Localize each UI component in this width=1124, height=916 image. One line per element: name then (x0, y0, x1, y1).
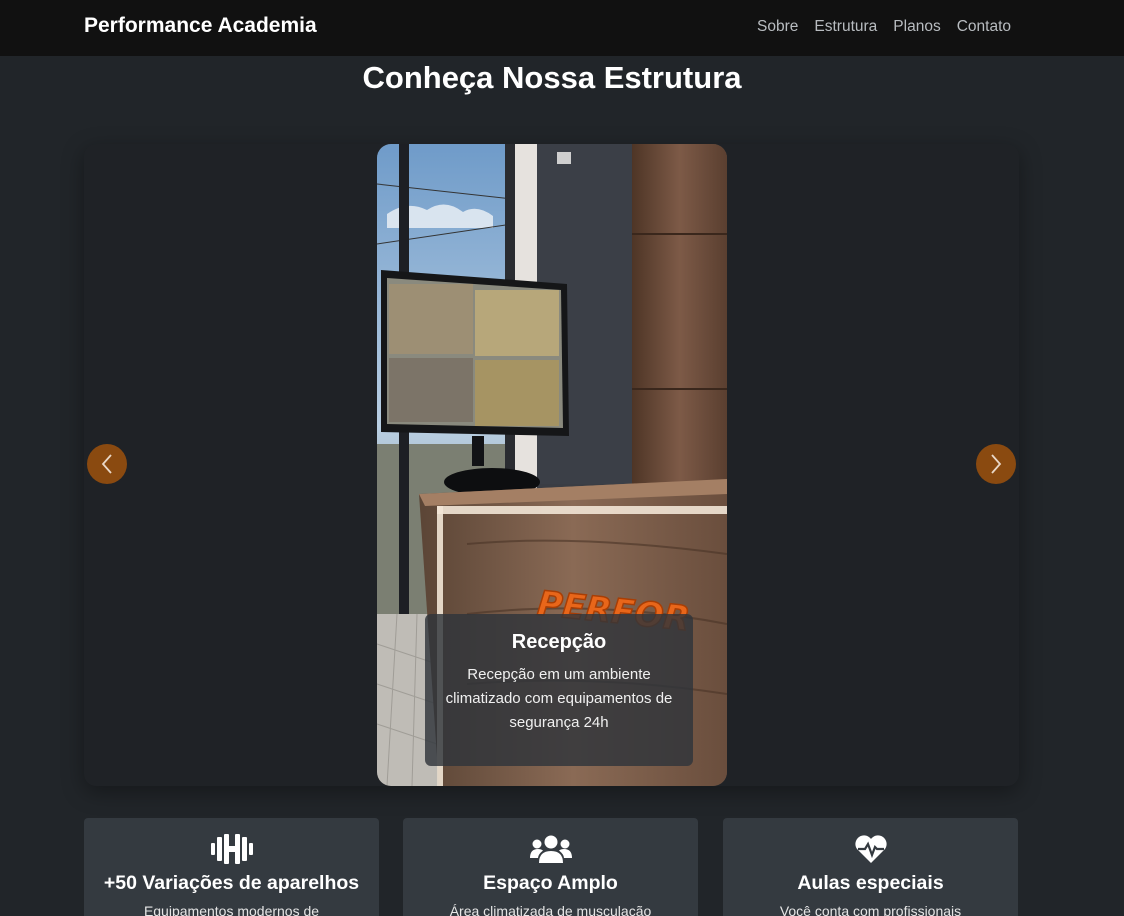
carousel-next-button[interactable] (976, 444, 1016, 484)
users-icon (529, 835, 572, 863)
feature-card-space: Espaço Amplo Área climatizada de muscula… (403, 818, 698, 916)
carousel-prev-button[interactable] (87, 444, 127, 484)
heartbeat-icon (854, 835, 887, 863)
feature-title: +50 Variações de aparelhos (103, 872, 360, 894)
slide-title: Recepção (511, 631, 607, 653)
nav-links: Sobre Estrutura Planos Contato (757, 18, 1011, 36)
feature-card-equipment: +50 Variações de aparelhos Equipamentos … (84, 818, 379, 916)
structure-carousel: PERFOR Recepção Recepção em um ambiente … (84, 144, 1019, 786)
feature-text: Área climatizada de musculação (449, 903, 652, 916)
feature-text: Equipamentos modernos de (143, 903, 320, 916)
slide-caption: Recepção Recepção em um ambiente climati… (425, 614, 693, 766)
feature-text: Você conta com profissionais (779, 903, 962, 916)
section-title: Conheça Nossa Estrutura (362, 60, 742, 95)
feature-title: Aulas especiais (797, 872, 944, 894)
feature-title: Espaço Amplo (483, 872, 618, 894)
chevron-left-icon (101, 454, 112, 474)
slide-description: Recepção em um ambiente climatizado com … (445, 666, 673, 731)
brand-logo-text[interactable]: Performance Academia (84, 14, 317, 38)
feature-card-classes: Aulas especiais Você conta com profissio… (723, 818, 1018, 916)
dumbbell-icon (210, 834, 253, 864)
navbar: Performance Academia Sobre Estrutura Pla… (0, 0, 1124, 56)
carousel-slide: PERFOR Recepção Recepção em um ambiente … (377, 144, 727, 786)
chevron-right-icon (991, 454, 1002, 474)
nav-link-estrutura[interactable]: Estrutura (814, 18, 877, 36)
nav-link-sobre[interactable]: Sobre (757, 18, 798, 36)
nav-link-contato[interactable]: Contato (957, 18, 1011, 36)
nav-link-planos[interactable]: Planos (893, 18, 940, 36)
